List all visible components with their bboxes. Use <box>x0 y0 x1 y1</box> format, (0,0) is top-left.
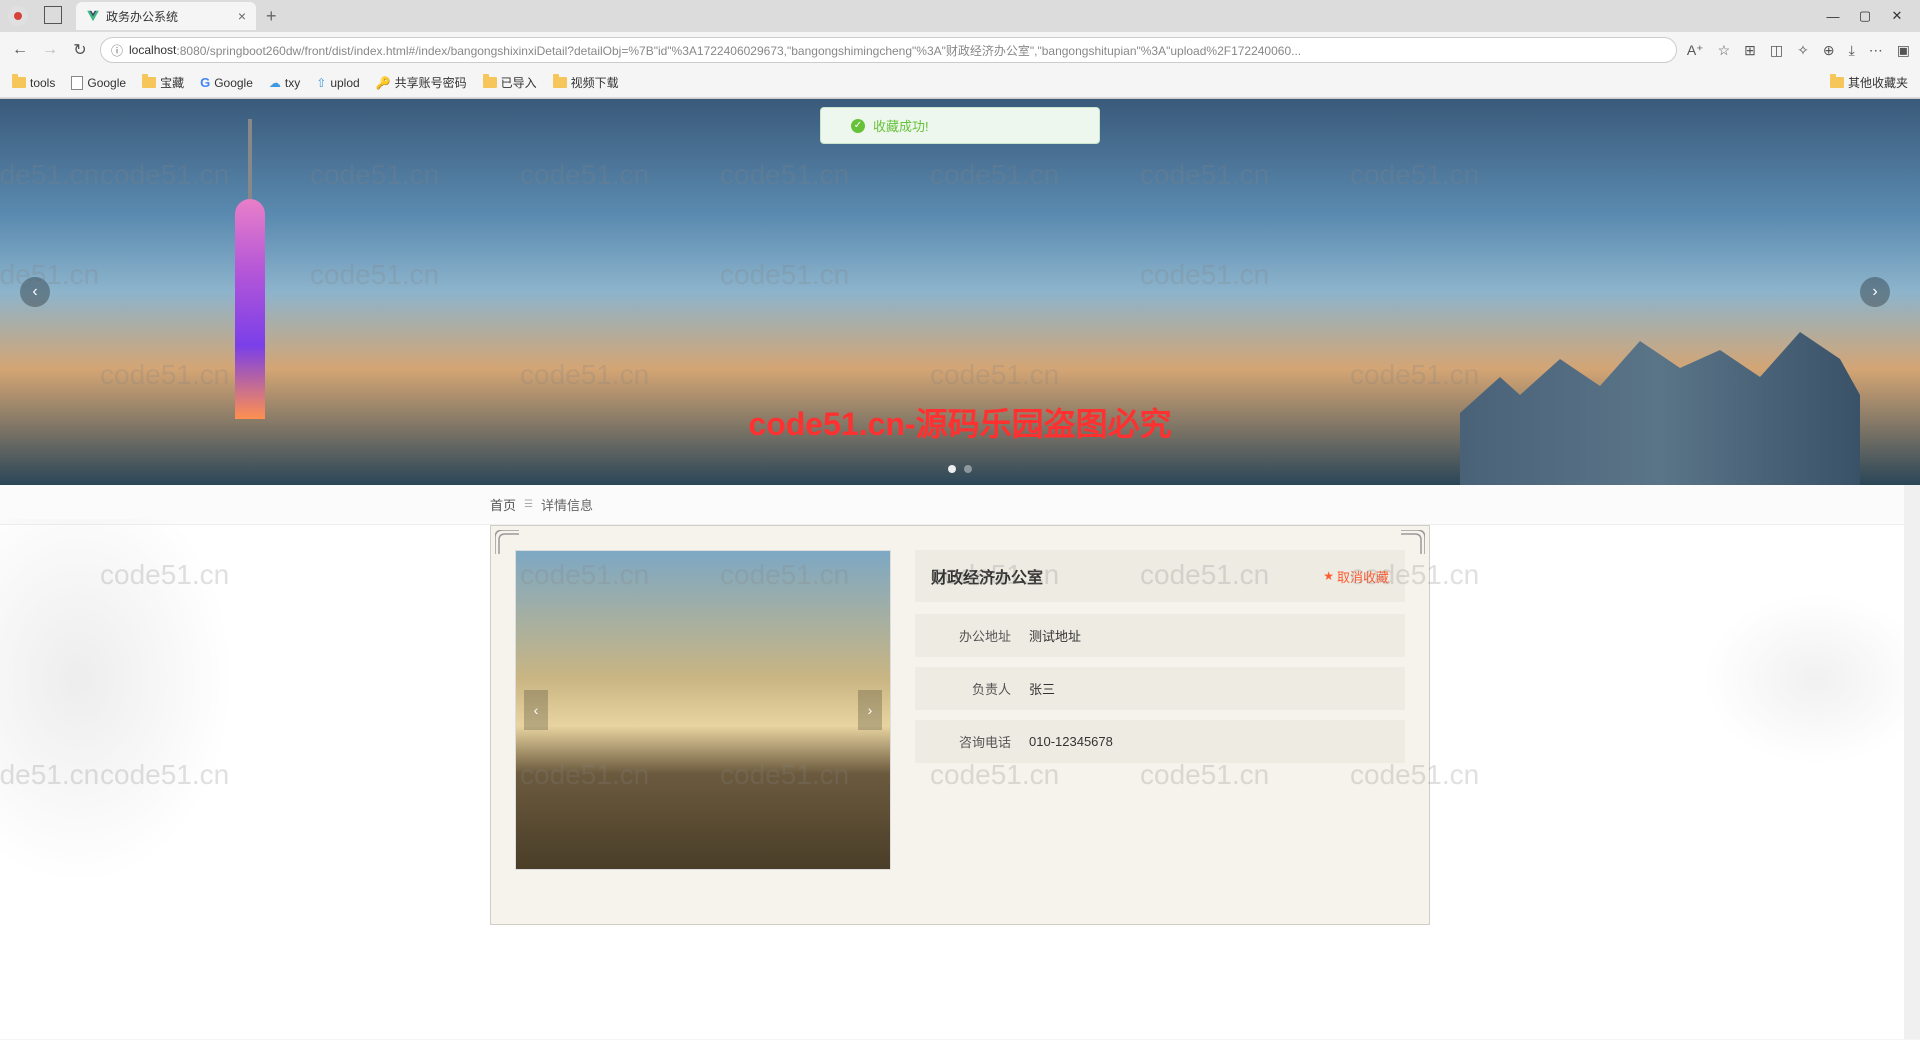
page-viewport: ✓ 收藏成功! ‹ › code51.cn-源码乐园盗图必究 首页 ☰ 详情信息 <box>0 99 1920 1039</box>
star-icon: ★ <box>1323 569 1334 583</box>
info-value: 010-12345678 <box>1029 734 1113 749</box>
bookmark-video-download[interactable]: 视频下载 <box>553 74 619 91</box>
url-input[interactable]: ⓘ localhost :8080/springboot260dw/front/… <box>100 37 1677 63</box>
cloud-icon: ☁ <box>269 76 281 90</box>
maximize-button[interactable]: ▢ <box>1858 9 1872 23</box>
close-icon[interactable]: × <box>238 8 246 24</box>
browser-chrome: 政务办公系统 × + — ▢ ✕ ← → ↻ ⓘ localhost :8080… <box>0 0 1920 99</box>
background-decoration <box>1684 579 1904 779</box>
banner-next-button[interactable]: › <box>1860 277 1890 307</box>
url-host: localhost <box>129 43 176 57</box>
window-controls: — ▢ ✕ <box>1826 9 1912 23</box>
detail-header: 财政经济办公室 ★ 取消收藏 <box>915 550 1405 602</box>
banner-watermark: code51.cn-源码乐园盗图必究 <box>748 399 1171 445</box>
bookmark-baozang[interactable]: 宝藏 <box>142 74 184 91</box>
folder-icon <box>483 77 497 88</box>
bookmark-uplod[interactable]: ⇧uplod <box>316 76 359 90</box>
corner-decoration <box>1401 530 1425 554</box>
tab-stack-icon[interactable] <box>46 8 62 24</box>
browser-tab[interactable]: 政务办公系统 × <box>76 2 256 30</box>
content: ‹ › 财政经济办公室 ★ 取消收藏 办公地址 测试地址 负责人 张三 <box>490 525 1430 925</box>
close-window-button[interactable]: ✕ <box>1890 9 1904 23</box>
background-decoration <box>0 519 260 919</box>
toast-message: 收藏成功! <box>873 116 929 135</box>
toast-success: ✓ 收藏成功! <box>820 107 1100 144</box>
skyline-graphic <box>1460 305 1860 485</box>
more-icon[interactable]: ⋯ <box>1869 42 1883 59</box>
downloads-icon[interactable]: ⤓ <box>1849 42 1855 59</box>
info-row-phone: 咨询电话 010-12345678 <box>915 720 1405 763</box>
banner-prev-button[interactable]: ‹ <box>20 277 50 307</box>
tower-graphic <box>235 119 265 479</box>
vue-icon <box>86 9 100 23</box>
bookmark-google-page[interactable]: Google <box>71 76 126 90</box>
browser-tools-icon[interactable]: ⊕ <box>1823 42 1835 59</box>
image-next-button[interactable]: › <box>858 690 882 730</box>
split-icon[interactable]: ◫ <box>1770 42 1783 59</box>
breadcrumb-separator: ☰ <box>524 499 533 510</box>
bookmarks-bar: tools Google 宝藏 GGoogle ☁txy ⇧uplod 🔑共享账… <box>0 68 1920 98</box>
url-path: :8080/springboot260dw/front/dist/index.h… <box>176 42 1301 59</box>
check-icon: ✓ <box>851 119 865 133</box>
info-label: 负责人 <box>931 679 1011 698</box>
info-label: 咨询电话 <box>931 732 1011 751</box>
address-bar: ← → ↻ ⓘ localhost :8080/springboot260dw/… <box>0 32 1920 68</box>
bookmark-imported[interactable]: 已导入 <box>483 74 537 91</box>
folder-icon <box>12 77 26 88</box>
minimize-button[interactable]: — <box>1826 9 1840 23</box>
new-tab-button[interactable]: + <box>266 6 277 27</box>
extension-icon[interactable]: ⊞ <box>1744 42 1756 59</box>
detail-card: ‹ › 财政经济办公室 ★ 取消收藏 办公地址 测试地址 负责人 张三 <box>490 525 1430 925</box>
cancel-favorite-button[interactable]: ★ 取消收藏 <box>1323 567 1389 586</box>
folder-icon <box>1830 77 1844 88</box>
info-value: 测试地址 <box>1029 626 1081 645</box>
refresh-button[interactable]: ↻ <box>70 40 90 60</box>
info-row-address: 办公地址 测试地址 <box>915 614 1405 657</box>
favorite-icon[interactable]: ☆ <box>1718 42 1731 59</box>
detail-info: 财政经济办公室 ★ 取消收藏 办公地址 测试地址 负责人 张三 咨询电话 010 <box>915 550 1405 900</box>
bookmark-google[interactable]: GGoogle <box>200 75 253 90</box>
profile-icon[interactable] <box>8 6 28 26</box>
banner-dot[interactable] <box>964 465 972 473</box>
forward-button[interactable]: → <box>40 41 60 59</box>
upload-icon: ⇧ <box>316 76 326 90</box>
reading-mode-icon[interactable]: A⁺ <box>1687 42 1704 59</box>
folder-icon <box>142 77 156 88</box>
site-info-icon[interactable]: ⓘ <box>111 42 123 59</box>
info-label: 办公地址 <box>931 626 1011 645</box>
breadcrumb-home[interactable]: 首页 <box>490 495 516 514</box>
google-icon: G <box>200 75 210 90</box>
tab-title: 政务办公系统 <box>106 8 230 25</box>
image-prev-button[interactable]: ‹ <box>524 690 548 730</box>
folder-icon <box>553 77 567 88</box>
detail-title: 财政经济办公室 <box>931 564 1043 588</box>
banner-dot[interactable] <box>948 465 956 473</box>
page-icon <box>71 76 83 90</box>
info-value: 张三 <box>1029 679 1055 698</box>
back-button[interactable]: ← <box>10 41 30 59</box>
bookmark-share-account[interactable]: 🔑共享账号密码 <box>376 74 467 91</box>
banner-dots <box>948 465 972 473</box>
hero-banner: ‹ › code51.cn-源码乐园盗图必究 <box>0 99 1920 485</box>
bookmark-other[interactable]: 其他收藏夹 <box>1830 74 1908 91</box>
key-icon: 🔑 <box>376 76 391 90</box>
collections-icon[interactable]: ✧ <box>1797 42 1809 59</box>
tab-bar: 政务办公系统 × + — ▢ ✕ <box>0 0 1920 32</box>
bookmark-tools[interactable]: tools <box>12 76 55 90</box>
breadcrumb-current: 详情信息 <box>541 495 593 514</box>
detail-image: ‹ › <box>515 550 891 870</box>
info-row-manager: 负责人 张三 <box>915 667 1405 710</box>
sidebar-icon[interactable]: ▣ <box>1897 42 1910 59</box>
breadcrumb: 首页 ☰ 详情信息 <box>0 485 1920 525</box>
bookmark-txy[interactable]: ☁txy <box>269 76 300 90</box>
